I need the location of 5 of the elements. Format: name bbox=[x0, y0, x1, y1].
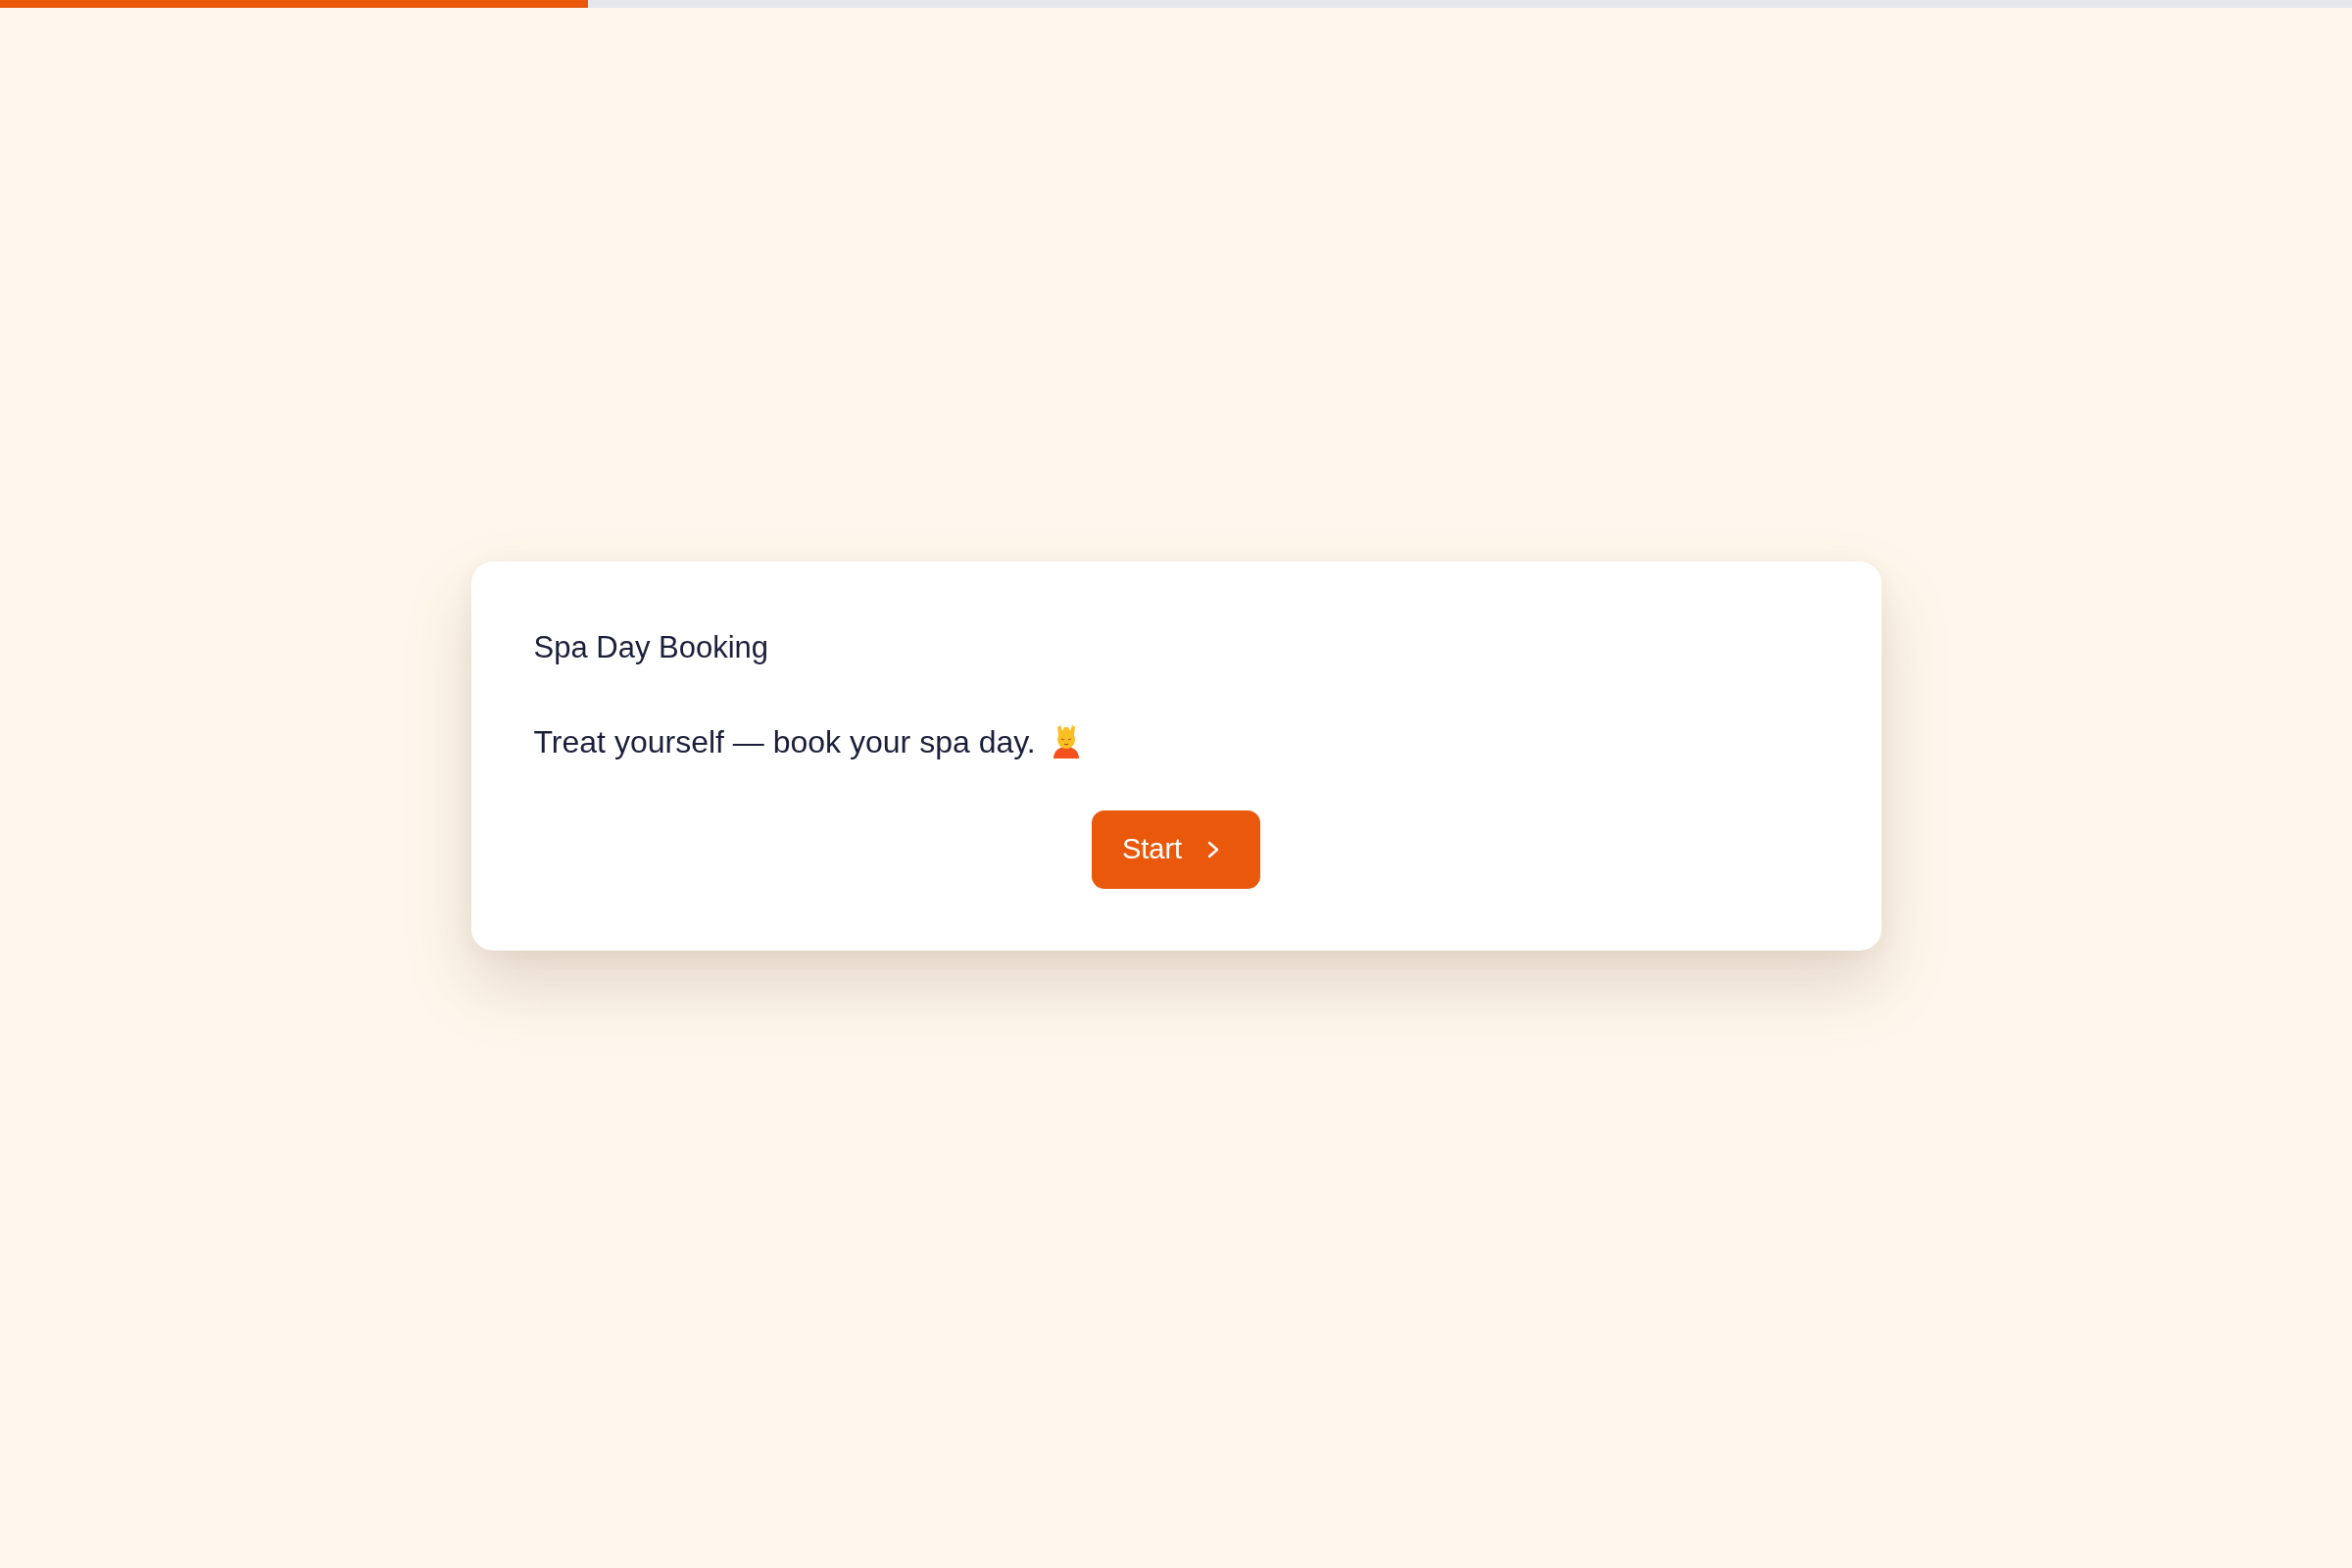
massage-icon bbox=[1051, 724, 1081, 759]
intro-text: Treat yourself — book your spa day. bbox=[533, 722, 1036, 761]
chevron-right-icon bbox=[1207, 840, 1220, 858]
start-button[interactable]: Start bbox=[1091, 809, 1261, 889]
card-title: Spa Day Booking bbox=[533, 629, 770, 665]
